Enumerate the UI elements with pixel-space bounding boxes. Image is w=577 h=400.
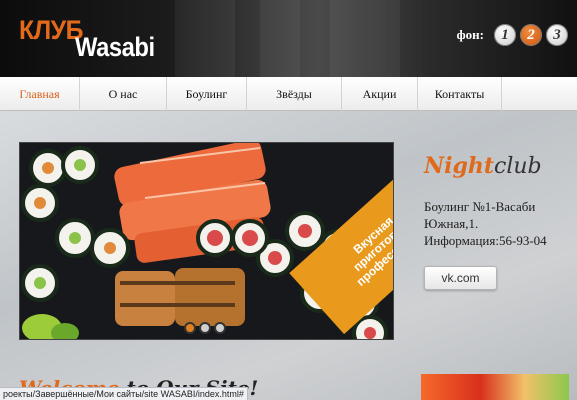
logo-wasabi-text: Wasabi (75, 32, 155, 62)
club-info-line-3: Информация:56-93-04 (424, 233, 547, 248)
slider-dot-2[interactable] (199, 322, 211, 334)
nav-item-bowling[interactable]: Боулинг (167, 77, 247, 111)
background-switcher: фон: 1 2 3 (457, 24, 568, 46)
slider-pagination (184, 322, 229, 334)
nav-item-contacts[interactable]: Контакты (418, 77, 502, 111)
vk-link-button[interactable]: vk.com (424, 266, 497, 290)
image-slider[interactable]: Вкусная еда приготовленная профессионала… (19, 142, 394, 340)
site-header: КЛУБ Wasabi фон: 1 2 3 (0, 0, 577, 77)
slider-dot-1[interactable] (184, 322, 196, 334)
browser-status-bar: роекты/Завершённые/Мои сайты/site WASABI… (0, 387, 248, 400)
header-background-building (260, 0, 300, 77)
main-navigation: Главная О нас Боулинг Звёзды Акции Конта… (0, 77, 577, 111)
logo-club-text: КЛУБ (19, 15, 84, 45)
background-button-2[interactable]: 2 (520, 24, 542, 46)
background-button-3[interactable]: 3 (546, 24, 568, 46)
club-info-line-2: Южная,1. (424, 216, 479, 231)
slider-dot-3[interactable] (214, 322, 226, 334)
background-label: фон: (456, 27, 484, 42)
nav-item-home[interactable]: Главная (0, 77, 80, 111)
background-button-1[interactable]: 1 (494, 24, 516, 46)
nav-item-about[interactable]: О нас (80, 77, 167, 111)
nav-item-stars[interactable]: Звёзды (247, 77, 342, 111)
club-info-line-1: Боулинг №1-Васаби (424, 199, 536, 214)
nightclub-heading: Nightclub (424, 153, 542, 179)
header-background-building (330, 0, 400, 77)
sidebar-thumbnail-image[interactable] (421, 374, 569, 400)
eel-nigiri (115, 268, 245, 326)
nightclub-heading-part2: club (494, 154, 542, 179)
nav-item-promotions[interactable]: Акции (342, 77, 418, 111)
nightclub-heading-part1: Night (424, 153, 495, 179)
header-background-building (175, 0, 235, 77)
club-info: Боулинг №1-Васаби Южная,1. Информация:56… (424, 198, 564, 249)
